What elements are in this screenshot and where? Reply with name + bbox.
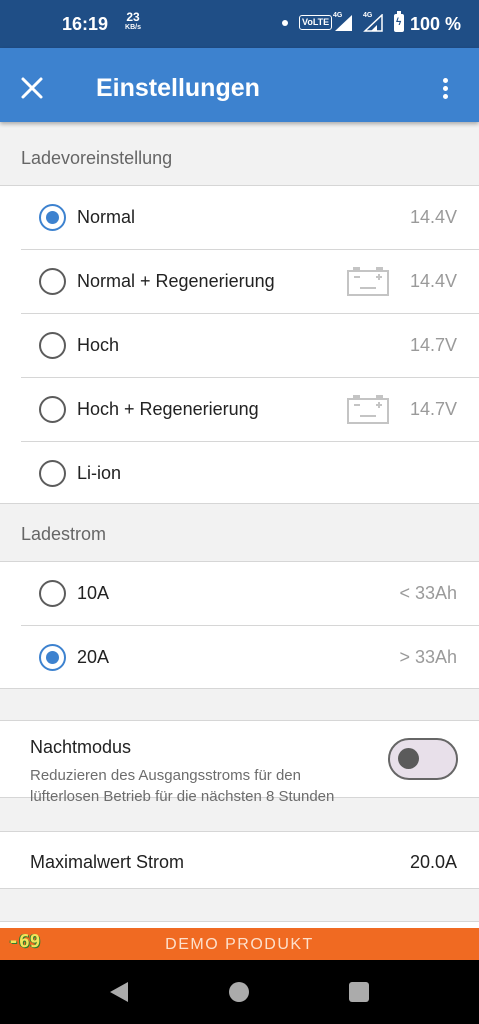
demo-banner-text: DEMO PRODUKT [165, 936, 314, 953]
option-voltage: 14.7V [409, 335, 457, 355]
rssi-value: -69 [8, 931, 41, 952]
battery-percent: 100 % [410, 14, 462, 34]
option-label: 20A [77, 647, 110, 667]
radio-button[interactable] [39, 580, 66, 607]
close-icon [21, 77, 43, 99]
option-capacity: > 33Ah [399, 647, 457, 667]
demo-banner: DEMO PRODUKT -69 [0, 928, 479, 960]
home-icon[interactable] [229, 982, 249, 1002]
night-mode-title: Nachtmodus [30, 737, 132, 757]
notification-dot-icon [282, 20, 288, 26]
current-option-20a[interactable]: 20A > 33Ah [0, 626, 479, 690]
battery-charging-icon: ϟ [394, 11, 404, 32]
radio-button[interactable] [39, 268, 66, 295]
option-label: Hoch [77, 335, 120, 355]
option-voltage: 14.4V [409, 207, 457, 227]
night-mode-toggle[interactable] [388, 738, 458, 780]
night-mode-card: Nachtmodus Reduzieren des Ausgangsstroms… [0, 720, 479, 805]
preset-option-li-ion[interactable]: Li-ion [0, 442, 479, 506]
option-label: Hoch + Regenerierung [77, 399, 259, 419]
section-header-preset: Ladevoreinstellung [21, 148, 173, 168]
radio-button[interactable] [39, 332, 66, 359]
current-option-10a[interactable]: 10A < 33Ah [0, 562, 479, 626]
app-bar: Einstellungen [0, 48, 479, 122]
preset-option-hoch[interactable]: Hoch 14.7V [0, 314, 479, 378]
page-title: Einstellungen [96, 74, 260, 102]
sim1-network-type: 4G [333, 12, 343, 19]
network-speed-unit: KB/s [125, 24, 141, 31]
option-capacity: < 33Ah [399, 583, 457, 603]
radio-button[interactable] [39, 644, 66, 671]
preset-option-hoch-regen[interactable]: Hoch + Regenerierung 14.7V [0, 378, 479, 442]
radio-button[interactable] [39, 396, 66, 423]
preset-option-group: Normal 14.4V Normal + Regenerierung 14.4… [0, 185, 479, 504]
option-voltage: 14.7V [409, 399, 457, 419]
status-bar: 16:19 23 KB/s VoLTE 4G 4G ϟ 100 % [0, 0, 479, 48]
max-current-card[interactable]: Maximalwert Strom 20.0A [0, 831, 479, 889]
option-label: 10A [77, 583, 110, 603]
overflow-menu-button[interactable] [432, 70, 460, 106]
recents-icon[interactable] [349, 982, 369, 1002]
night-mode-description: Reduzieren des Ausgangsstroms für den lü… [30, 767, 335, 805]
network-speed: 23 KB/s [121, 10, 145, 33]
signal-icon: 4G [363, 12, 383, 32]
battery-icon [347, 267, 389, 296]
option-label: Li-ion [77, 463, 122, 483]
option-label: Normal [77, 207, 136, 227]
back-icon[interactable] [108, 980, 130, 1004]
option-label: Normal + Regenerierung [77, 271, 275, 291]
system-nav-bar [0, 960, 479, 1024]
preset-option-normal-regen[interactable]: Normal + Regenerierung 14.4V [0, 250, 479, 314]
battery-icon [347, 395, 389, 424]
network-speed-value: 23 [126, 10, 140, 24]
max-current-value: 20.0A [409, 852, 457, 872]
signal-icon: 4G [333, 12, 353, 32]
status-time: 16:19 [62, 14, 109, 34]
max-current-label: Maximalwert Strom [30, 852, 185, 872]
close-button[interactable] [14, 70, 50, 106]
next-card [0, 921, 479, 928]
sim2-network-type: 4G [363, 12, 373, 19]
settings-content: Ladevoreinstellung Normal 14.4V Normal +… [0, 122, 479, 928]
radio-button[interactable] [39, 460, 66, 487]
current-option-group: 10A < 33Ah 20A > 33Ah [0, 561, 479, 689]
more-vert-icon [443, 78, 448, 83]
volte-badge: VoLTE [299, 15, 333, 30]
preset-option-normal[interactable]: Normal 14.4V [0, 186, 479, 250]
option-voltage: 14.4V [409, 271, 457, 291]
section-header-current: Ladestrom [21, 524, 107, 544]
radio-button[interactable] [39, 204, 66, 231]
